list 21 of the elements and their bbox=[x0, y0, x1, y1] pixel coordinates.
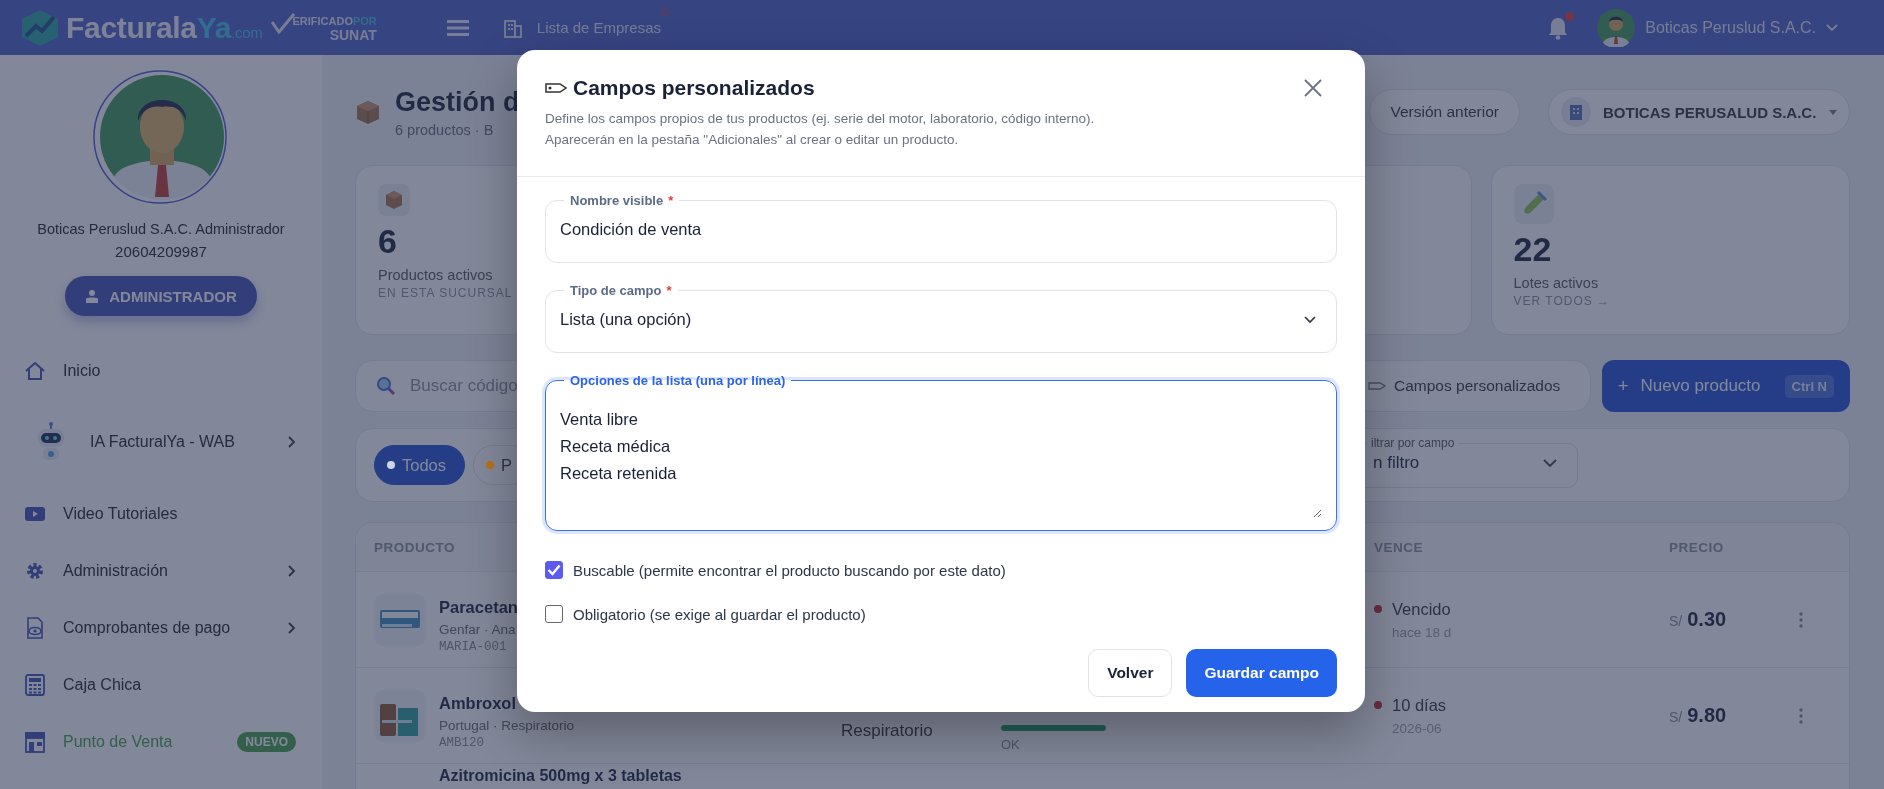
page-subtitle: 6 productos · B bbox=[395, 121, 495, 138]
stat-value: 22 bbox=[1513, 230, 1552, 269]
field-label: Tipo de campo * bbox=[569, 283, 673, 298]
profile-name: Boticas Peruslud S.A.C. Administrador bbox=[37, 221, 285, 237]
new-badge: NUEVO bbox=[237, 731, 296, 752]
expiry-status: 10 días bbox=[1392, 695, 1447, 715]
category-text: Respiratorio bbox=[841, 720, 934, 741]
field-label: Nombre visible * bbox=[569, 193, 675, 208]
product-brand: Portugal · Respiratorio bbox=[439, 718, 575, 733]
field-label: Opciones de la lista (una por línea) bbox=[569, 373, 787, 388]
dialog-description: Define los campos propios de tus productos (ej. serie del motor, laboratorio, código interno). bbox=[545, 110, 1096, 128]
price: 9.80 bbox=[1687, 704, 1727, 727]
stat-label: Lotes activos bbox=[1513, 275, 1599, 291]
stat-label: Productos activos bbox=[378, 267, 493, 283]
stat-value: 6 bbox=[378, 222, 397, 261]
profile-id: 20604209987 bbox=[115, 243, 207, 260]
product-brand: Genfar · Ana bbox=[439, 622, 516, 637]
dialog-title: Campos personalizados bbox=[573, 76, 815, 100]
expiry-status: Vencido bbox=[1392, 599, 1451, 619]
price: 0.30 bbox=[1687, 608, 1727, 631]
dialog-description: Aparecerán en la pestaña "Adicionales" al crear o editar un producto. bbox=[545, 131, 960, 149]
